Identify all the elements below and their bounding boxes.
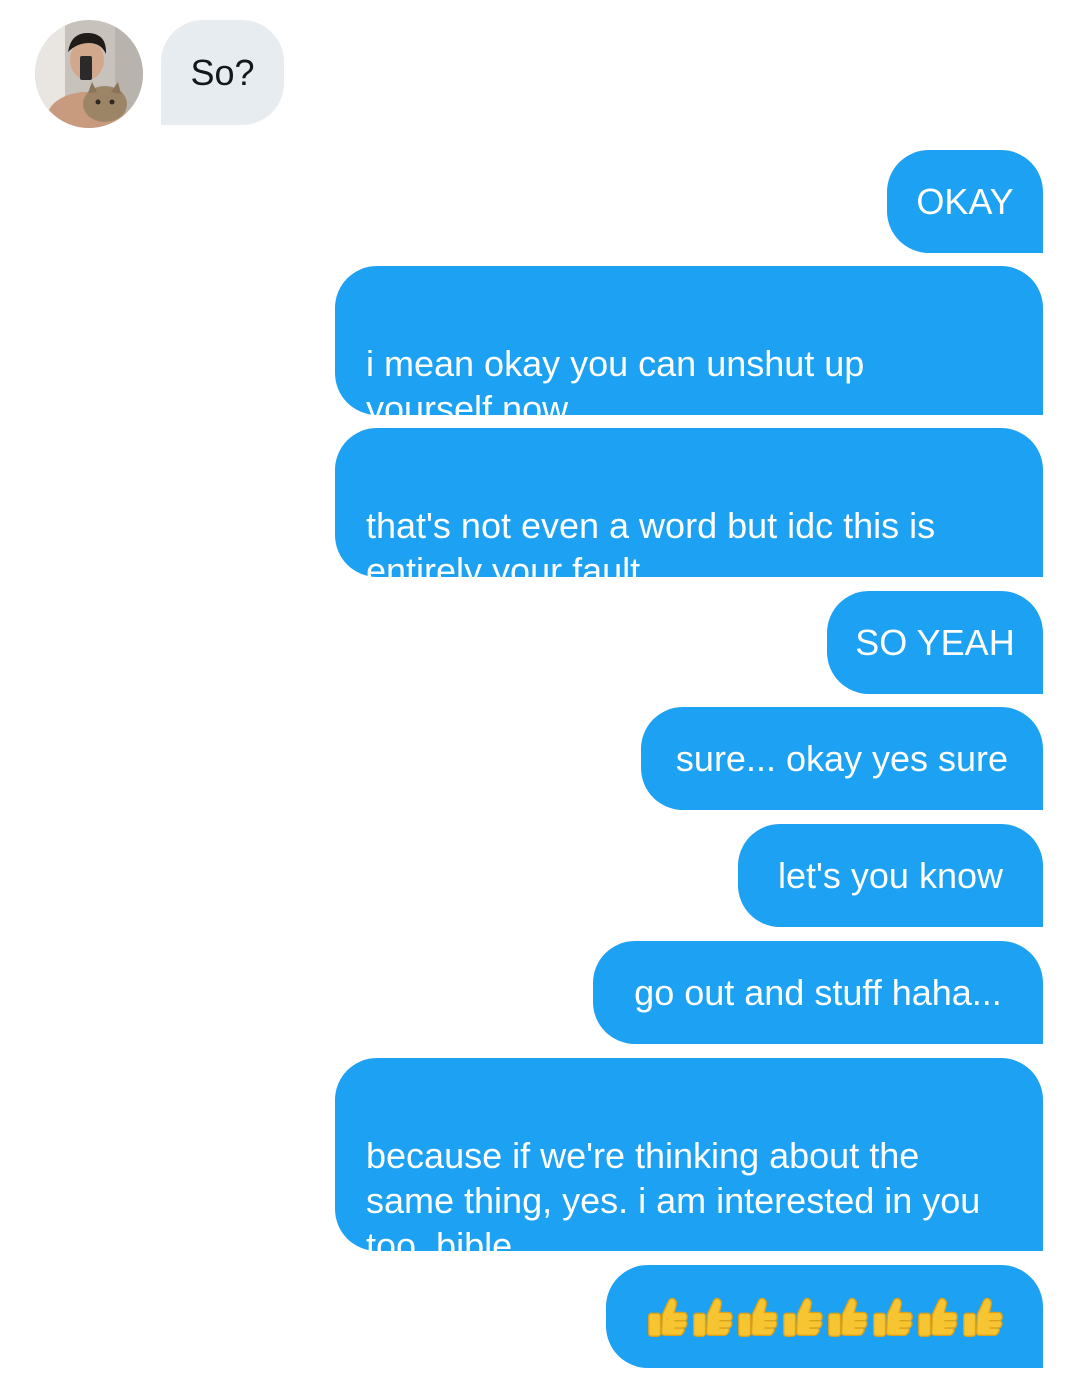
outgoing-message-bubble[interactable]: SO YEAH — [827, 591, 1043, 694]
incoming-message-text: So? — [190, 52, 255, 93]
thumbs-up-icon — [960, 1295, 1004, 1339]
thumbs-up-icon — [825, 1295, 869, 1339]
outgoing-message-bubble[interactable]: because if we're thinking about the same… — [335, 1058, 1043, 1266]
outgoing-message-bubble[interactable]: sure... okay yes sure — [641, 707, 1043, 810]
outgoing-message-text: go out and stuff haha... — [634, 972, 1002, 1013]
thumbs-up-icon — [690, 1295, 734, 1339]
outgoing-message-text: sure... okay yes sure — [675, 738, 1009, 779]
outgoing-message-text: that's not even a word but idc this is e… — [366, 505, 936, 591]
outgoing-message-bubble[interactable]: go out and stuff haha... — [593, 941, 1043, 1044]
outgoing-message-bubble[interactable]: i mean okay you can unshut up yourself n… — [335, 266, 1043, 429]
incoming-message-bubble[interactable]: So? — [161, 20, 284, 125]
thumbs-up-icon — [870, 1295, 914, 1339]
avatar-photo-icon — [35, 20, 143, 128]
thumbs-up-icon — [780, 1295, 824, 1339]
outgoing-message-bubble[interactable]: let's you know — [738, 824, 1043, 927]
outgoing-message-text: let's you know — [778, 855, 1003, 896]
thumbs-up-icon — [645, 1295, 689, 1339]
thumbs-up-icon — [735, 1295, 779, 1339]
outgoing-message-text: SO YEAH — [855, 622, 1015, 663]
sender-avatar[interactable] — [35, 20, 143, 128]
outgoing-message-text: i mean okay you can unshut up yourself n… — [366, 343, 865, 429]
outgoing-message-text: because if we're thinking about the same… — [366, 1135, 981, 1266]
outgoing-message-bubble[interactable]: that's not even a word but idc this is e… — [335, 428, 1043, 591]
outgoing-emoji-bubble[interactable] — [606, 1265, 1043, 1368]
outgoing-message-text: OKAY — [916, 181, 1014, 222]
thumbs-up-icon — [915, 1295, 959, 1339]
outgoing-message-bubble[interactable]: OKAY — [887, 150, 1043, 253]
